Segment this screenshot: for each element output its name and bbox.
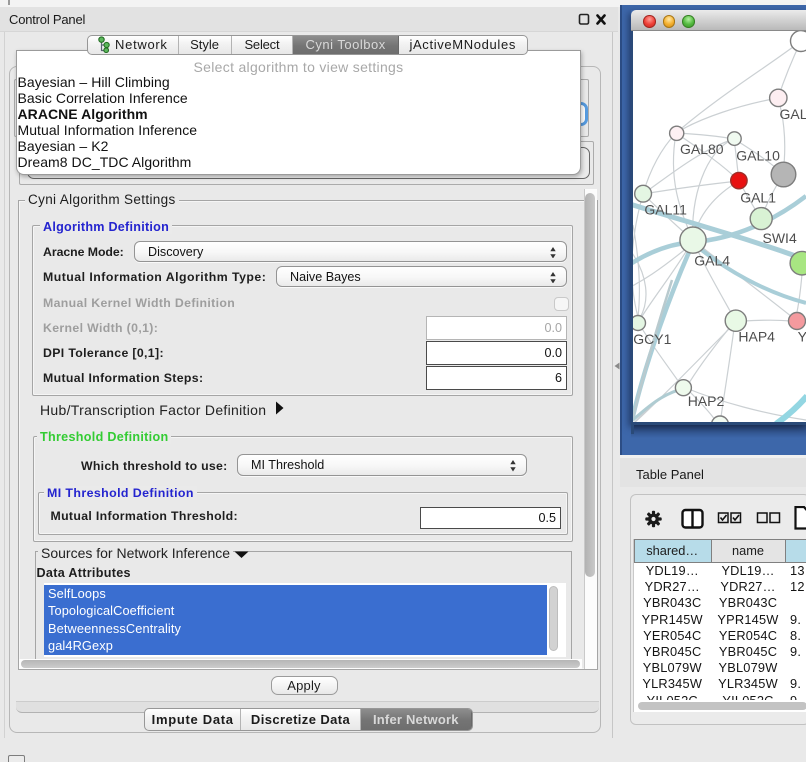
svg-text:GAL4: GAL4 [694,252,730,268]
svg-text:GAL80: GAL80 [680,141,724,157]
svg-text:GAL10: GAL10 [736,147,780,163]
svg-text:HAP2: HAP2 [688,393,725,409]
svg-text:YE: YE [798,328,806,344]
svg-text:GAL11: GAL11 [644,202,687,218]
svg-text:SWI4: SWI4 [763,230,797,246]
svg-text:HAP4: HAP4 [738,328,775,344]
svg-text:GAL7: GAL7 [780,106,806,122]
svg-text:GCY1: GCY1 [633,331,671,347]
svg-text:GAL1: GAL1 [740,189,776,205]
